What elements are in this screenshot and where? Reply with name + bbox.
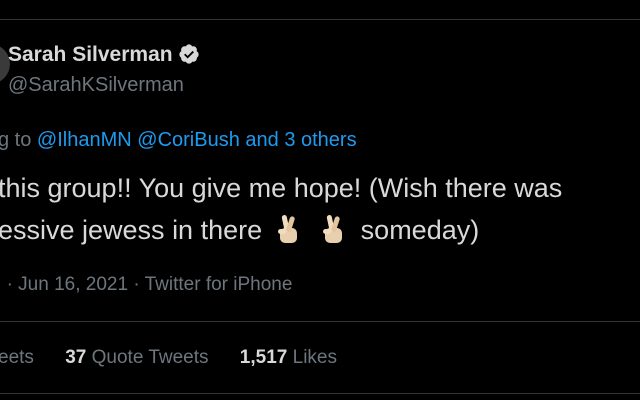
crossed-fingers-icon bbox=[277, 215, 297, 243]
quote-label: Quote Tweets bbox=[91, 347, 209, 368]
tweet-time[interactable]: I bbox=[0, 274, 1, 295]
quote-tweets-stat[interactable]: 37 Quote Tweets bbox=[65, 347, 208, 369]
stats-divider bbox=[0, 393, 640, 394]
retweets-stat[interactable]: eets bbox=[0, 347, 34, 369]
and-others-link[interactable]: and 3 others bbox=[245, 129, 356, 151]
tweet-text-line-2: essive jewess in there someday) bbox=[0, 213, 479, 246]
author-display-name[interactable]: Sarah Silverman bbox=[8, 43, 173, 67]
likes-stat[interactable]: 1,517 Likes bbox=[240, 347, 337, 369]
tweet-stats: eets 37 Quote Tweets 1,517 Likes bbox=[0, 347, 337, 369]
replying-to-line: g to @IlhanMN @CoriBush and 3 others bbox=[0, 129, 357, 152]
likes-count: 1,517 bbox=[239, 347, 288, 368]
mention-coribush-link[interactable]: @CoriBush bbox=[137, 129, 240, 151]
tweet-date[interactable]: Jun 16, 2021 bbox=[18, 274, 128, 295]
tweet-text-line-2-end: someday) bbox=[360, 215, 480, 245]
meta-separator: · bbox=[133, 274, 140, 295]
crossed-fingers-icon bbox=[323, 215, 343, 243]
meta-separator: · bbox=[6, 274, 13, 295]
tweet-source[interactable]: Twitter for iPhone bbox=[145, 274, 293, 295]
quote-count: 37 bbox=[65, 347, 87, 368]
verified-badge-icon bbox=[179, 44, 199, 64]
tweet-text-line-1: this group!! You give me hope! (Wish the… bbox=[0, 173, 563, 203]
top-divider bbox=[0, 19, 640, 20]
replying-to-prefix: g to bbox=[0, 129, 37, 151]
mention-ilhanmn-link[interactable]: @IlhanMN bbox=[37, 129, 132, 151]
tweet-meta: I · Jun 16, 2021 · Twitter for iPhone bbox=[0, 274, 292, 296]
meta-divider bbox=[0, 321, 640, 322]
likes-label: Likes bbox=[292, 347, 337, 368]
author-handle[interactable]: @SarahKSilverman bbox=[8, 74, 184, 97]
tweet-text-line-2-start: essive jewess in there bbox=[0, 215, 263, 245]
